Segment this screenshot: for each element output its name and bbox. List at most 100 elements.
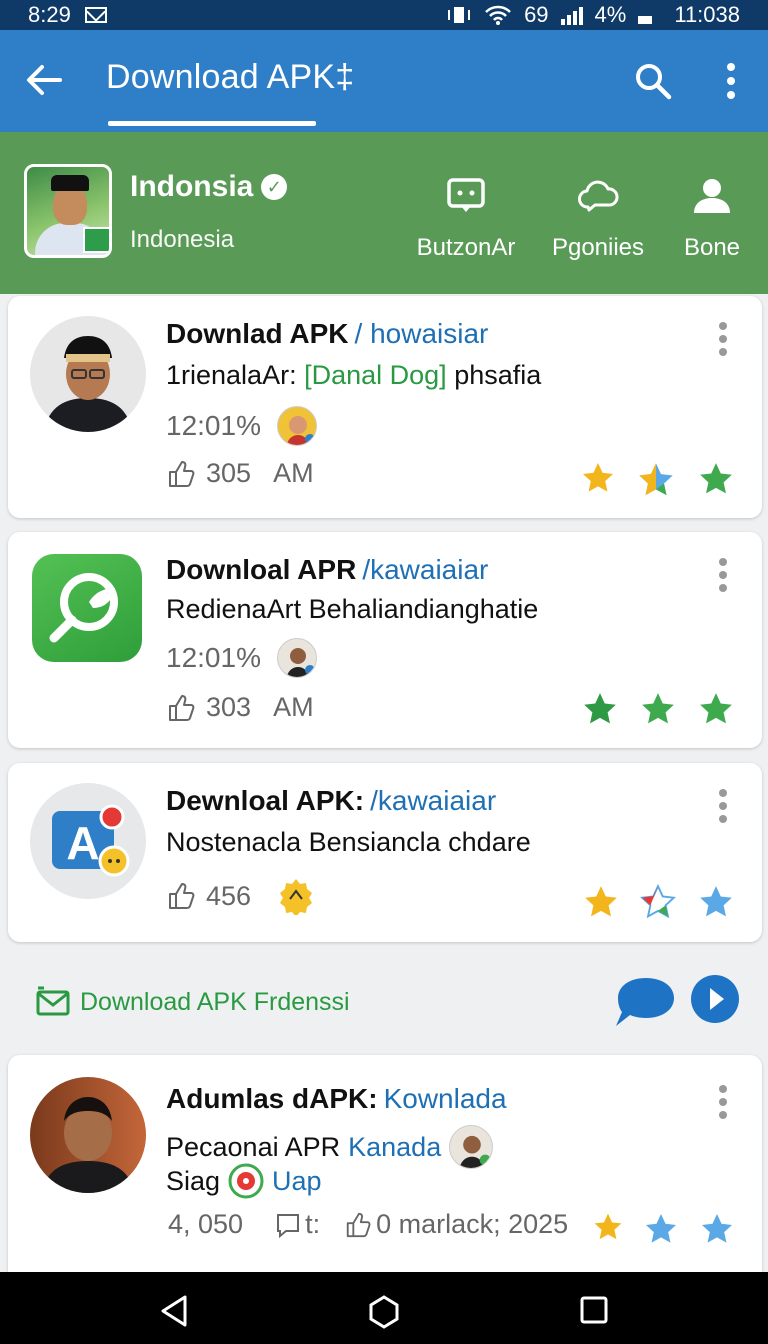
thumbs-up-icon: [169, 883, 195, 909]
apk-post-card[interactable]: A Dewnloal APK:/kawaiaiar Nostenacla Ben…: [8, 763, 762, 942]
star-icon: [700, 886, 732, 917]
network-label: 69: [524, 2, 549, 27]
star-icon: [639, 463, 673, 496]
rating-stars: [580, 690, 736, 728]
post-avatar[interactable]: [30, 1077, 146, 1193]
play-button-icon[interactable]: [690, 974, 740, 1024]
post-meta: 12:01%: [166, 406, 317, 446]
nav-recents-icon[interactable]: [578, 1294, 610, 1326]
thumbs-up-icon: [169, 460, 195, 487]
profile-action-message[interactable]: ButzonAr: [410, 174, 522, 262]
wifi-icon: [485, 5, 511, 25]
badge-seal-icon: [280, 879, 313, 915]
verified-badge-icon: ✓: [261, 174, 288, 200]
like-suffix: AM: [273, 692, 314, 722]
like-suffix: AM: [273, 458, 314, 488]
subtitle-link[interactable]: Uap: [272, 1166, 322, 1197]
subtitle-highlight[interactable]: [Danal Dog]: [304, 360, 447, 390]
search-icon[interactable]: [632, 60, 674, 102]
battery-percent: 4%: [594, 2, 627, 27]
subtitle-part: 1rienalaAr:: [166, 360, 297, 390]
profile-action-person[interactable]: Bone: [676, 174, 748, 262]
rating-stars: [592, 1211, 736, 1247]
subtitle-link[interactable]: Kanada: [348, 1132, 441, 1163]
post-tag[interactable]: /kawaiaiar: [370, 785, 496, 816]
post-count: 4, 050: [168, 1209, 244, 1239]
comment-icon: [277, 1213, 300, 1238]
mini-avatar[interactable]: [276, 638, 317, 678]
system-nav-bar: [0, 1272, 768, 1344]
apk-post-card[interactable]: Downlad APK / howaisiar 1rienalaAr: [Dana…: [8, 296, 762, 518]
star-icon: [642, 693, 674, 724]
post-title-text: Adumlas dAPK:: [166, 1083, 378, 1114]
post-title[interactable]: Downlad APK / howaisiar: [166, 318, 488, 350]
subtitle-part: phsafia: [454, 360, 542, 390]
apk-post-card[interactable]: Downloal APR/kawaiaiar RedienaArt Behali…: [8, 532, 762, 748]
post-title[interactable]: Downloal APR/kawaiaiar: [166, 554, 488, 586]
post-subtitle-2: Siag Uap: [166, 1163, 322, 1199]
post-likes[interactable]: 456: [166, 877, 315, 915]
nav-back-icon[interactable]: [158, 1294, 190, 1328]
app-icon[interactable]: A: [30, 783, 146, 899]
like-count: 456: [206, 880, 252, 911]
post-tag[interactable]: /kawaiaiar: [362, 554, 488, 585]
post-tag[interactable]: / howaisiar: [355, 318, 489, 349]
card-menu-icon[interactable]: [718, 322, 728, 358]
app-logo-icon: [228, 1163, 264, 1199]
post-meta: 12:01%: [166, 638, 317, 678]
post-subtitle: 1rienalaAr: [Danal Dog] phsafia: [166, 360, 541, 391]
profile-action-groups[interactable]: Pgoniies: [540, 174, 656, 262]
post-title[interactable]: Dewnloal APK:/kawaiaiar: [166, 785, 496, 817]
like-count: 303: [206, 692, 252, 722]
post-tag[interactable]: Kownlada: [384, 1083, 507, 1114]
mail-notification-icon: [84, 7, 107, 23]
promo-row[interactable]: Download APK Frdenssi: [0, 958, 768, 1044]
page-title: Download APK‡: [106, 58, 355, 96]
profile-avatar[interactable]: [24, 164, 112, 258]
star-icon: [583, 463, 613, 492]
apk-post-card[interactable]: Adumlas dAPK: Kownlada Pecaonai APR Kanada…: [8, 1055, 762, 1277]
translate-app-logo-icon: A: [52, 804, 130, 877]
like-count: 305: [206, 458, 252, 488]
post-likes[interactable]: 305 AM: [166, 458, 314, 489]
avatar-cap: [51, 175, 89, 191]
app-bar: Download APK‡: [0, 30, 768, 132]
comment-count: t:: [305, 1209, 321, 1239]
like-count: 0 marlack; 2025: [376, 1209, 569, 1239]
subtitle-part: Siag: [166, 1165, 221, 1196]
rating-stars: [580, 460, 736, 500]
card-menu-icon[interactable]: [718, 789, 728, 825]
mini-avatar-face-icon: [286, 648, 315, 677]
leaf-app-logo-icon: [49, 573, 118, 643]
app-icon[interactable]: [32, 554, 142, 662]
avatar-face: [53, 185, 87, 225]
comment-stat[interactable]: t:: [275, 1209, 320, 1240]
cloud-chat-icon: [578, 180, 619, 212]
post-likes[interactable]: 303 AM: [166, 692, 314, 723]
card-menu-icon[interactable]: [718, 558, 728, 594]
profile-name-text: Indonsia: [130, 170, 254, 203]
promo-label[interactable]: Download APK Frdenssi: [80, 988, 350, 1017]
overflow-menu-icon[interactable]: [716, 60, 746, 102]
post-avatar[interactable]: [30, 316, 146, 432]
nav-home-icon[interactable]: [366, 1294, 402, 1330]
star-icon: [639, 883, 677, 919]
svg-text:A: A: [66, 817, 99, 869]
like-stat[interactable]: 0 marlack; 2025: [344, 1209, 568, 1240]
active-tab-indicator: [108, 121, 316, 126]
card-menu-icon[interactable]: [718, 1085, 728, 1121]
star-icon: [585, 886, 617, 917]
star-icon: [594, 1213, 622, 1240]
thumbs-up-icon: [346, 1212, 371, 1237]
profile-action-label: Pgoniies: [551, 234, 645, 261]
star-icon: [700, 693, 732, 724]
back-arrow-icon[interactable]: [22, 58, 66, 102]
status-time: 8:29: [28, 2, 71, 27]
vibrate-icon: [448, 7, 471, 23]
post-title[interactable]: Adumlas dAPK: Kownlada: [166, 1083, 507, 1115]
mini-avatar[interactable]: [449, 1125, 494, 1169]
mini-avatar[interactable]: [276, 406, 317, 446]
status-clock: 11:038: [674, 2, 740, 27]
chat-bubble-icon[interactable]: [612, 974, 676, 1030]
person-portrait-icon: [44, 336, 132, 432]
